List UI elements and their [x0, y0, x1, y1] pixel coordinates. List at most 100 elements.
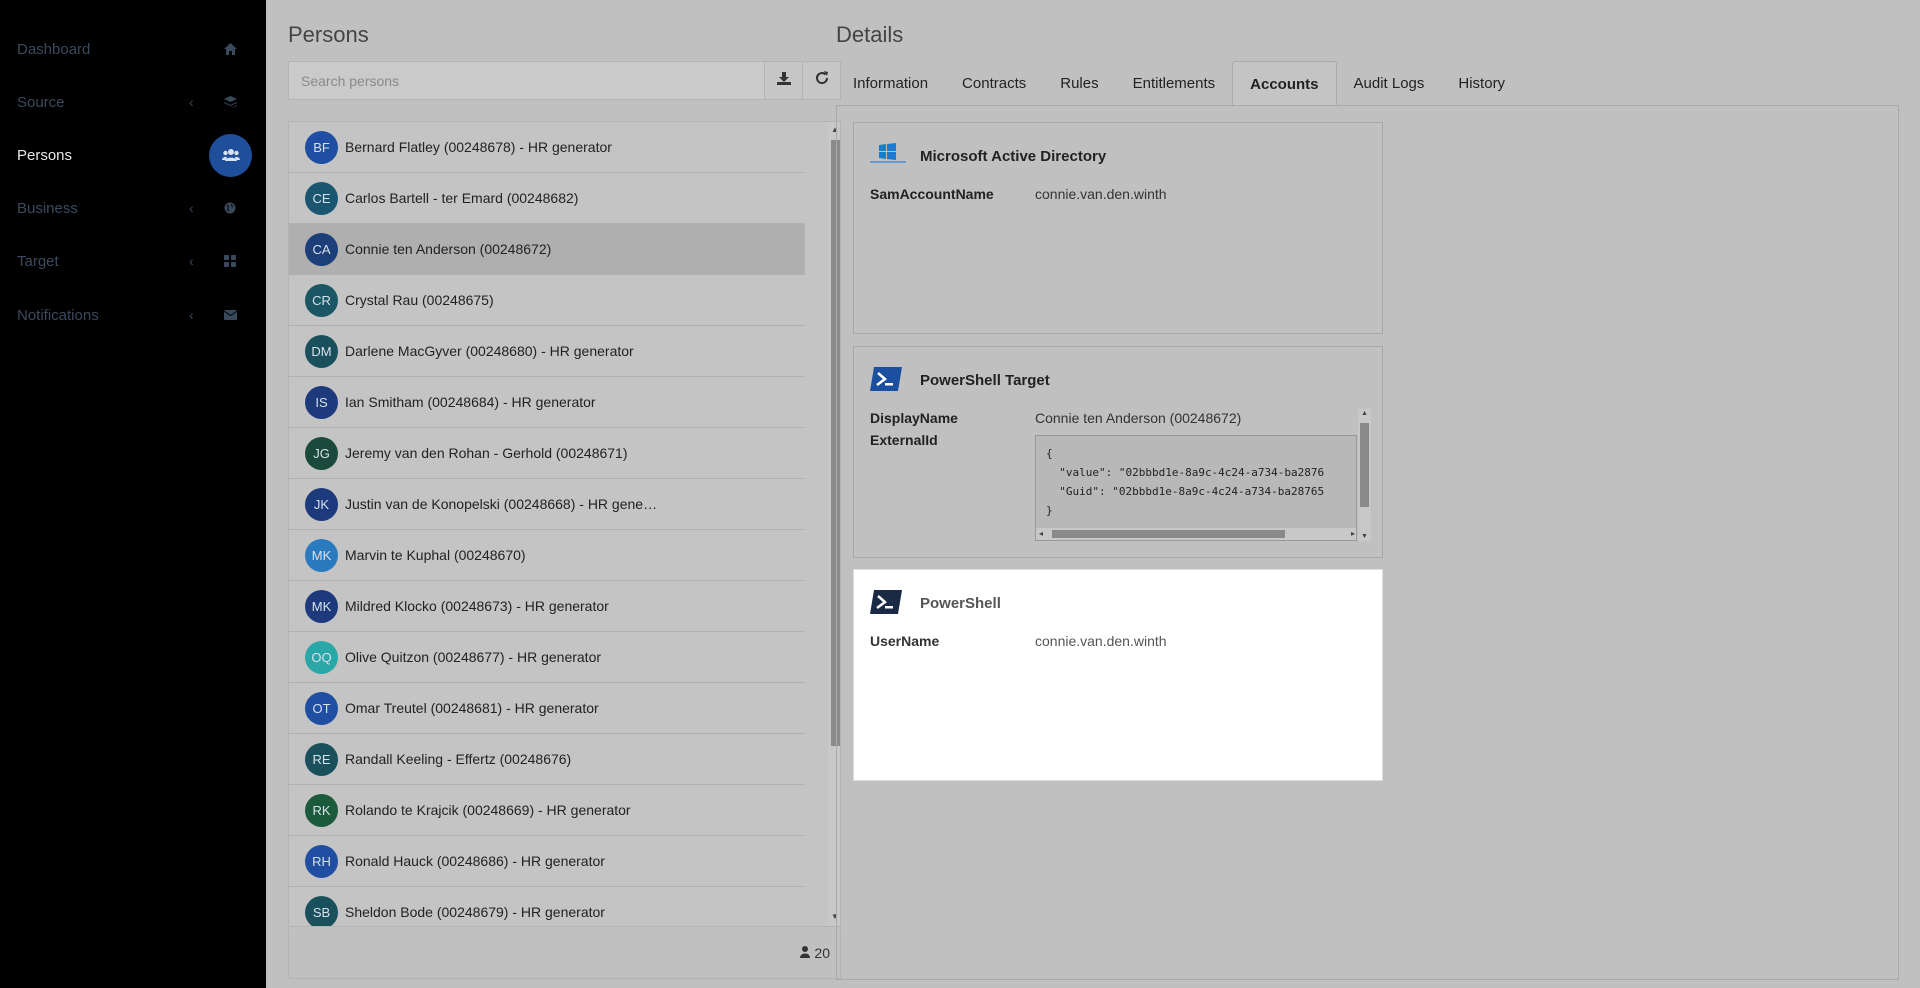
person-list: BF Bernard Flatley (00248678) - HR genera…	[288, 121, 841, 927]
download-button[interactable]	[764, 62, 802, 99]
person-name: Olive Quitzon (00248677) - HR generator	[345, 649, 602, 665]
person-row[interactable]: SB Sheldon Bode (00248679) - HR generator	[289, 887, 805, 926]
sidebar-item-label: Dashboard	[17, 40, 91, 58]
avatar: OT	[305, 691, 338, 725]
field-value-samaccountname: connie.van.den.winth	[1035, 186, 1167, 202]
avatar: RE	[305, 742, 338, 776]
person-name: Darlene MacGyver (00248680) - HR generat…	[345, 343, 634, 359]
users-icon	[209, 133, 252, 177]
person-row[interactable]: RH Ronald Hauck (00248686) - HR generator	[289, 836, 805, 887]
person-row[interactable]: MK Mildred Klocko (00248673) - HR generat…	[289, 581, 805, 632]
avatar: CR	[305, 283, 338, 317]
sidebar-item-target[interactable]: Target ‹	[0, 235, 266, 287]
person-row[interactable]: OQ Olive Quitzon (00248677) - HR generato…	[289, 632, 805, 683]
grid-icon	[222, 253, 238, 269]
person-row[interactable]: RK Rolando te Krajcik (00248669) - HR gen…	[289, 785, 805, 836]
person-name: Justin van de Konopelski (00248668) - HR…	[345, 496, 658, 512]
account-card-active-directory[interactable]: Microsoft Active Directory SamAccountNam…	[853, 122, 1383, 334]
code-hscroll-thumb[interactable]	[1052, 530, 1285, 538]
person-name: Bernard Flatley (00248678) - HR generato…	[345, 139, 612, 155]
main-content: Persons BF Bernard Flatley (00248678) - H…	[266, 0, 1920, 988]
person-name: Ronald Hauck (00248686) - HR generator	[345, 853, 605, 869]
tab-accounts[interactable]: Accounts	[1232, 61, 1337, 106]
tab-audit-logs[interactable]: Audit Logs	[1337, 61, 1442, 106]
code-horizontal-scrollbar[interactable]: ◂ ▸	[1036, 528, 1356, 540]
avatar: JK	[305, 487, 338, 521]
accounts-panel: Microsoft Active Directory SamAccountNam…	[836, 105, 1899, 980]
person-name: Ian Smitham (00248684) - HR generator	[345, 394, 596, 410]
avatar: CE	[305, 181, 338, 215]
sidebar-item-label: Target	[17, 252, 59, 270]
powershell-icon	[870, 590, 902, 619]
person-row[interactable]: CA Connie ten Anderson (00248672)	[289, 224, 805, 275]
field-value-username: connie.van.den.winth	[1035, 633, 1167, 649]
externalid-code-box[interactable]: { "value": "02bbbd1e-8a9c-4c24-a734-ba28…	[1035, 435, 1357, 541]
powershell-icon	[870, 367, 902, 396]
account-card-powershell[interactable]: PowerShell UserName connie.van.den.winth	[853, 569, 1383, 781]
search-bar	[288, 61, 841, 100]
code-vscroll-thumb[interactable]	[1360, 423, 1369, 507]
avatar: JG	[305, 436, 338, 470]
person-name: Sheldon Bode (00248679) - HR generator	[345, 904, 605, 920]
chevron-left-icon: ‹	[189, 253, 194, 269]
field-label-samaccountname: SamAccountName	[870, 186, 994, 202]
person-name: Connie ten Anderson (00248672)	[345, 241, 552, 257]
person-name: Omar Treutel (00248681) - HR generator	[345, 700, 599, 716]
scroll-up-icon[interactable]: ▲	[1361, 410, 1368, 417]
avatar: MK	[305, 538, 338, 572]
scroll-down-icon[interactable]: ▼	[1361, 533, 1368, 540]
externalid-json: { "value": "02bbbd1e-8a9c-4c24-a734-ba28…	[1046, 447, 1325, 517]
chevron-left-icon: ‹	[189, 94, 194, 110]
list-footer: 20	[288, 929, 841, 979]
person-row[interactable]: BF Bernard Flatley (00248678) - HR genera…	[289, 122, 805, 173]
tab-history[interactable]: History	[1441, 61, 1522, 106]
sidebar: Dashboard Source ‹ Persons Business ‹ Ta…	[0, 0, 266, 988]
sidebar-item-persons[interactable]: Persons	[0, 129, 266, 181]
person-name: Carlos Bartell - ter Emard (00248682)	[345, 190, 579, 206]
field-label-username: UserName	[870, 633, 940, 649]
person-row[interactable]: RE Randall Keeling - Effertz (00248676)	[289, 734, 805, 785]
tab-contracts[interactable]: Contracts	[945, 61, 1043, 106]
search-input[interactable]	[289, 62, 764, 99]
avatar: RK	[305, 793, 338, 827]
sidebar-item-source[interactable]: Source ‹	[0, 76, 266, 128]
user-icon	[800, 945, 811, 961]
refresh-button[interactable]	[802, 62, 840, 99]
sidebar-item-label: Business	[17, 199, 78, 217]
avatar: BF	[305, 130, 338, 164]
sidebar-item-label: Persons	[17, 146, 73, 164]
tab-rules[interactable]: Rules	[1043, 61, 1115, 106]
scroll-left-icon[interactable]: ◂	[1039, 529, 1043, 538]
scroll-right-icon[interactable]: ▸	[1351, 529, 1355, 538]
tab-entitlements[interactable]: Entitlements	[1116, 61, 1233, 106]
sidebar-item-dashboard[interactable]: Dashboard	[0, 23, 266, 75]
card-title: PowerShell	[920, 595, 1001, 612]
persons-title: Persons	[288, 22, 369, 47]
person-row[interactable]: OT Omar Treutel (00248681) - HR generator	[289, 683, 805, 734]
person-row[interactable]: IS Ian Smitham (00248684) - HR generator	[289, 377, 805, 428]
layers-icon	[222, 94, 238, 110]
person-row[interactable]: CR Crystal Rau (00248675)	[289, 275, 805, 326]
avatar: DM	[305, 334, 338, 368]
avatar: SB	[305, 895, 338, 926]
globe-icon	[222, 200, 238, 216]
person-row[interactable]: MK Marvin te Kuphal (00248670)	[289, 530, 805, 581]
tab-information[interactable]: Information	[836, 61, 945, 106]
chevron-left-icon: ‹	[189, 200, 194, 216]
person-row[interactable]: JG Jeremy van den Rohan - Gerhold (002486…	[289, 428, 805, 479]
code-vertical-scrollbar[interactable]: ▲ ▼	[1358, 409, 1371, 541]
chevron-left-icon: ‹	[189, 307, 194, 323]
account-card-powershell-target[interactable]: PowerShell Target DisplayName Connie ten…	[853, 346, 1383, 558]
home-icon	[222, 41, 238, 57]
person-count: 20	[800, 945, 830, 961]
sidebar-item-notifications[interactable]: Notifications ‹	[0, 289, 266, 341]
sidebar-item-label: Source	[17, 93, 65, 111]
avatar: OQ	[305, 640, 338, 674]
person-row[interactable]: DM Darlene MacGyver (00248680) - HR gener…	[289, 326, 805, 377]
person-row[interactable]: JK Justin van de Konopelski (00248668) - …	[289, 479, 805, 530]
person-row[interactable]: CE Carlos Bartell - ter Emard (00248682)	[289, 173, 805, 224]
sidebar-item-business[interactable]: Business ‹	[0, 182, 266, 234]
person-name: Marvin te Kuphal (00248670)	[345, 547, 526, 563]
person-name: Rolando te Krajcik (00248669) - HR gener…	[345, 802, 631, 818]
person-name: Randall Keeling - Effertz (00248676)	[345, 751, 572, 767]
